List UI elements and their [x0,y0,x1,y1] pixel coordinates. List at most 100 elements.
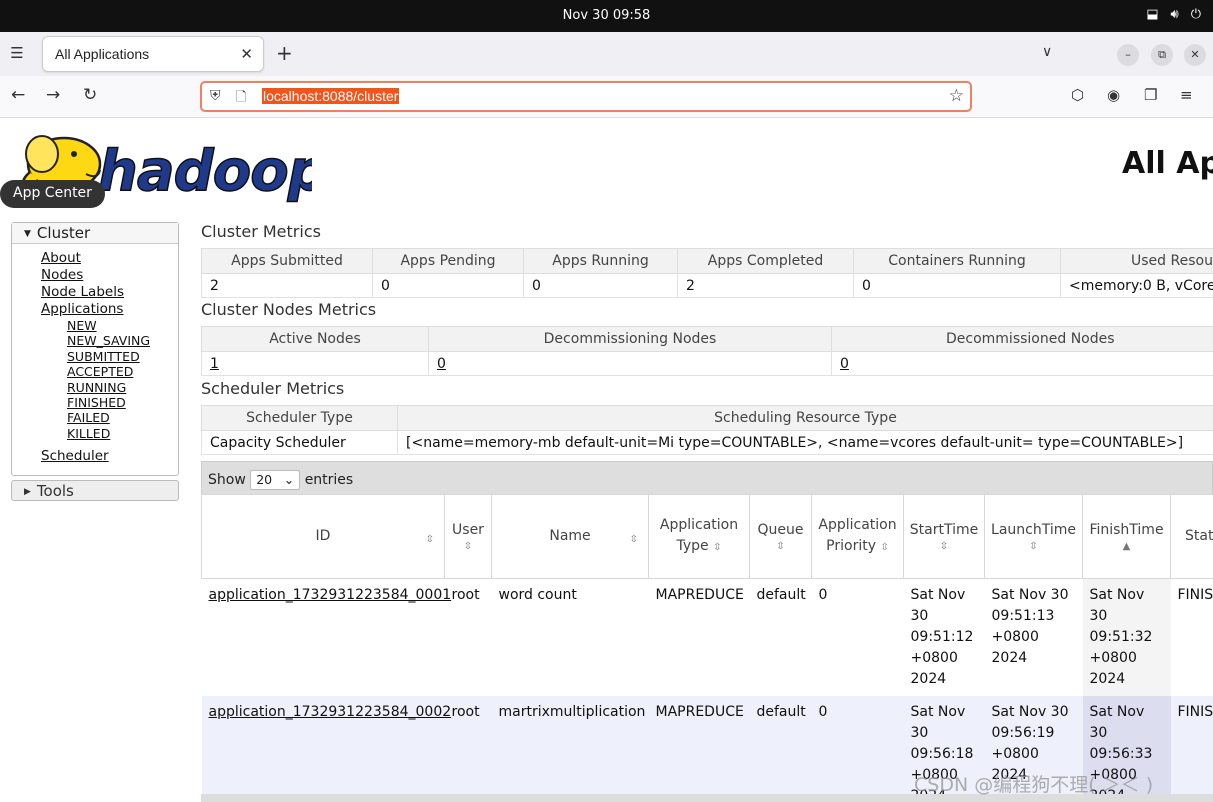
shield-icon[interactable]: ⛨ [210,88,221,104]
metric-value: 0 [523,273,678,298]
column-header: Containers Running [853,248,1061,274]
column-header: Used Resou [1060,248,1213,274]
column-header-launch-time[interactable]: LaunchTime ⇳ [984,494,1083,579]
column-header: Apps Running [523,248,678,274]
url-bar[interactable]: ⛨ 🗋 localhost:8088/cluster ☆ [200,81,972,112]
power-icon[interactable]: ⏻ [1191,7,1201,22]
datatable-length-bar: Show 20 ⌄ entries [201,461,1213,495]
cluster-panel: ▼ Cluster About Nodes Node Labels Applica… [11,222,179,477]
entries-select[interactable]: 20 ⌄ [250,470,301,490]
state-link-accepted[interactable]: ACCEPTED [67,364,178,379]
hadoop-page: hadoop All Ap App Center ▼ Cluster About … [0,118,1213,802]
tools-label: Tools [36,482,74,501]
network-icon[interactable]: ⬓ [1146,7,1158,22]
list-all-tabs-icon[interactable]: ∨ [1042,44,1052,60]
cluster-panel-body: About Nodes Node Labels Applications NEW… [12,244,178,475]
show-label: Show [208,472,246,488]
page-info-icon[interactable]: 🗋 [236,88,246,110]
account-icon[interactable]: ◉ [1107,86,1120,104]
metric-value: <memory:0 B, vCores [1060,273,1213,298]
state-link-killed[interactable]: KILLED [67,426,178,441]
state-link-new-saving[interactable]: NEW_SAVING [67,333,178,348]
url-text[interactable]: localhost:8088/cluster [262,88,400,104]
browser-tab-active[interactable]: All Applications ✕ [42,36,264,72]
column-header-name[interactable]: Name ⇳ [491,494,649,579]
applications-table: ID ⇳ User ⇳ Name ⇳ Application Type ⇳ Queue ⇳… [201,494,1213,802]
minimize-icon[interactable]: – [1117,44,1139,66]
application-id-link[interactable]: application_1732931223584_0002 [209,704,452,720]
system-top-bar: Nov 30 09:58 ⬓ 🔊︎ ⏻ [0,0,1213,32]
column-header-id[interactable]: ID ⇳ [201,494,445,579]
state-link-new[interactable]: NEW [67,318,178,333]
sort-icon: ⇳ [713,542,722,553]
column-header-state[interactable]: Stat [1170,494,1213,579]
metric-value: 0 [853,273,1061,298]
sidebar-link-about[interactable]: About [41,250,178,267]
sidebar-link-nodes[interactable]: Nodes [41,267,178,284]
scheduler-metrics-table: Scheduler Type Scheduling Resource Type … [201,405,1213,455]
state-cell: FINIS [1170,696,1213,802]
column-header-start-time[interactable]: StartTime ⇳ [903,494,985,579]
column-header-finish-time[interactable]: FinishTime ▲ [1082,494,1171,579]
close-tab-icon[interactable]: ✕ [240,45,253,63]
decommissioned-nodes-link[interactable]: 0 [840,356,849,372]
cluster-metrics-title: Cluster Metrics [201,222,321,241]
app-center-tooltip: App Center [0,180,105,208]
state-link-submitted[interactable]: SUBMITTED [67,349,178,364]
state-link-running[interactable]: RUNNING [67,380,178,395]
name-cell: martrixmultiplication [491,696,649,802]
type-cell: MAPREDUCE [648,696,750,802]
cluster-panel-header[interactable]: ▼ Cluster [12,223,178,244]
sort-asc-icon: ▲ [1122,541,1131,552]
volume-icon[interactable]: 🔊︎ [1171,7,1179,22]
column-header: Apps Submitted [201,248,373,274]
restore-icon[interactable]: ⧉ [1151,44,1173,66]
tools-panel-header[interactable]: ▶ Tools [11,480,179,502]
sort-icon: ⇳ [939,541,949,552]
column-header-priority[interactable]: Application Priority ⇳ [811,494,904,579]
metric-value: 2 [201,273,373,298]
pocket-icon[interactable]: ⬡ [1071,86,1084,104]
tab-overview-icon[interactable]: ☰ [6,44,28,64]
forward-icon[interactable]: → [46,85,60,105]
system-tray[interactable]: ⬓ 🔊︎ ⏻ [1146,7,1201,22]
new-tab-icon[interactable]: + [276,41,293,65]
menu-icon[interactable]: ≡ [1180,86,1193,104]
active-nodes-link[interactable]: 1 [210,356,219,372]
sidebar-link-node-labels[interactable]: Node Labels [41,284,178,301]
sidebar-link-applications[interactable]: Applications [41,301,178,318]
system-clock[interactable]: Nov 30 09:58 [0,8,1213,23]
tab-title: All Applications [55,46,150,62]
state-cell: FINIS [1170,578,1213,696]
column-header-app-type[interactable]: Application Type ⇳ [648,494,750,579]
column-header-queue[interactable]: Queue ⇳ [749,494,812,579]
table-row: application_1732931223584_0001 root word… [201,578,1213,696]
browser-nav-bar: ← → ↻ ⛨ 🗋 localhost:8088/cluster ☆ ⬡ ◉ ❐… [0,76,1213,118]
type-cell: MAPREDUCE [648,578,750,696]
user-cell: root [444,578,492,696]
application-id-link[interactable]: application_1732931223584_0001 [209,587,452,603]
priority-cell: 0 [811,578,904,696]
sort-icon: ⇳ [425,534,434,545]
entries-value: 20 [256,472,273,487]
decommissioning-nodes-link[interactable]: 0 [437,356,446,372]
column-header-user[interactable]: User ⇳ [444,494,492,579]
scheduler-metrics-title: Scheduler Metrics [201,379,345,398]
sidebar-link-scheduler[interactable]: Scheduler [41,448,178,465]
back-icon[interactable]: ← [11,85,25,105]
bookmark-star-icon[interactable]: ☆ [949,86,964,106]
page-title: All Ap [1122,146,1213,181]
nodes-metrics-table: Active Nodes Decommissioning Nodes Decom… [201,326,1213,376]
sort-icon: ⇳ [463,541,473,552]
extensions-icon[interactable]: ❐ [1144,86,1157,104]
reload-icon[interactable]: ↻ [83,85,97,105]
scheduler-type-value: Capacity Scheduler [201,430,398,455]
browser-tab-strip: ☰ All Applications ✕ + ∨ – ⧉ ✕ [0,32,1213,76]
state-link-finished[interactable]: FINISHED [67,395,178,410]
column-header: Active Nodes [201,326,429,352]
state-link-failed[interactable]: FAILED [67,410,178,425]
priority-cell: 0 [811,696,904,802]
column-header: Decommissioned Nodes [831,326,1213,352]
close-window-icon[interactable]: ✕ [1184,44,1206,66]
sort-icon: ⇳ [880,542,889,553]
